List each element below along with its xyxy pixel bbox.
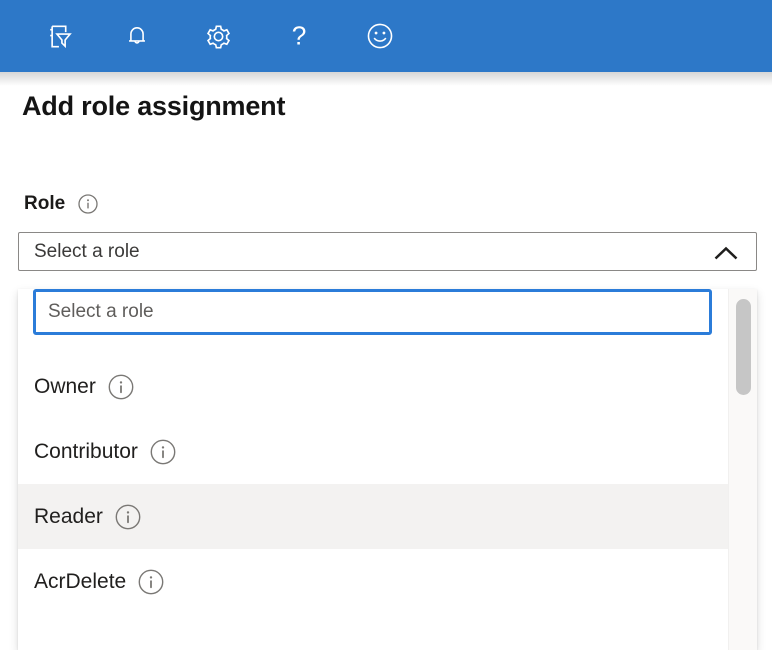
role-select[interactable]: Select a role [18, 232, 757, 271]
chevron-up-icon [713, 245, 739, 266]
dropdown-scrollbar[interactable] [728, 289, 757, 650]
help-question-icon: ? [284, 21, 314, 51]
option-acrdelete[interactable]: AcrDelete [18, 549, 728, 614]
feedback-button[interactable] [364, 20, 396, 52]
role-info-icon[interactable] [78, 194, 98, 214]
role-field-label-row: Role [24, 193, 772, 215]
option-label: Reader [34, 505, 103, 529]
directory-filter-icon [41, 21, 72, 52]
directory-filter-button[interactable] [40, 20, 72, 52]
option-label: Owner [34, 375, 96, 399]
header-shadow [0, 72, 772, 86]
option-contributor[interactable]: Contributor [18, 419, 728, 484]
svg-text:?: ? [292, 21, 307, 50]
scrollbar-thumb[interactable] [736, 299, 751, 395]
role-options-list: Owner Contributor Reader [18, 354, 728, 614]
option-label: AcrDelete [34, 570, 126, 594]
top-bar: ? [0, 0, 772, 72]
role-search-input[interactable] [33, 289, 712, 335]
notifications-bell-icon [122, 21, 152, 51]
settings-gear-icon [203, 21, 234, 52]
info-icon[interactable] [150, 439, 176, 465]
settings-button[interactable] [202, 20, 234, 52]
info-icon[interactable] [108, 374, 134, 400]
info-icon[interactable] [138, 569, 164, 595]
role-select-value: Select a role [19, 241, 140, 263]
option-label: Contributor [34, 440, 138, 464]
page-title: Add role assignment [22, 90, 772, 123]
info-icon[interactable] [115, 504, 141, 530]
notifications-button[interactable] [121, 20, 153, 52]
help-button[interactable]: ? [283, 20, 315, 52]
role-label: Role [24, 193, 65, 215]
role-dropdown-flyout: Owner Contributor Reader [18, 289, 757, 650]
feedback-smiley-icon [365, 21, 395, 51]
option-reader[interactable]: Reader [18, 484, 728, 549]
option-owner[interactable]: Owner [18, 354, 728, 419]
